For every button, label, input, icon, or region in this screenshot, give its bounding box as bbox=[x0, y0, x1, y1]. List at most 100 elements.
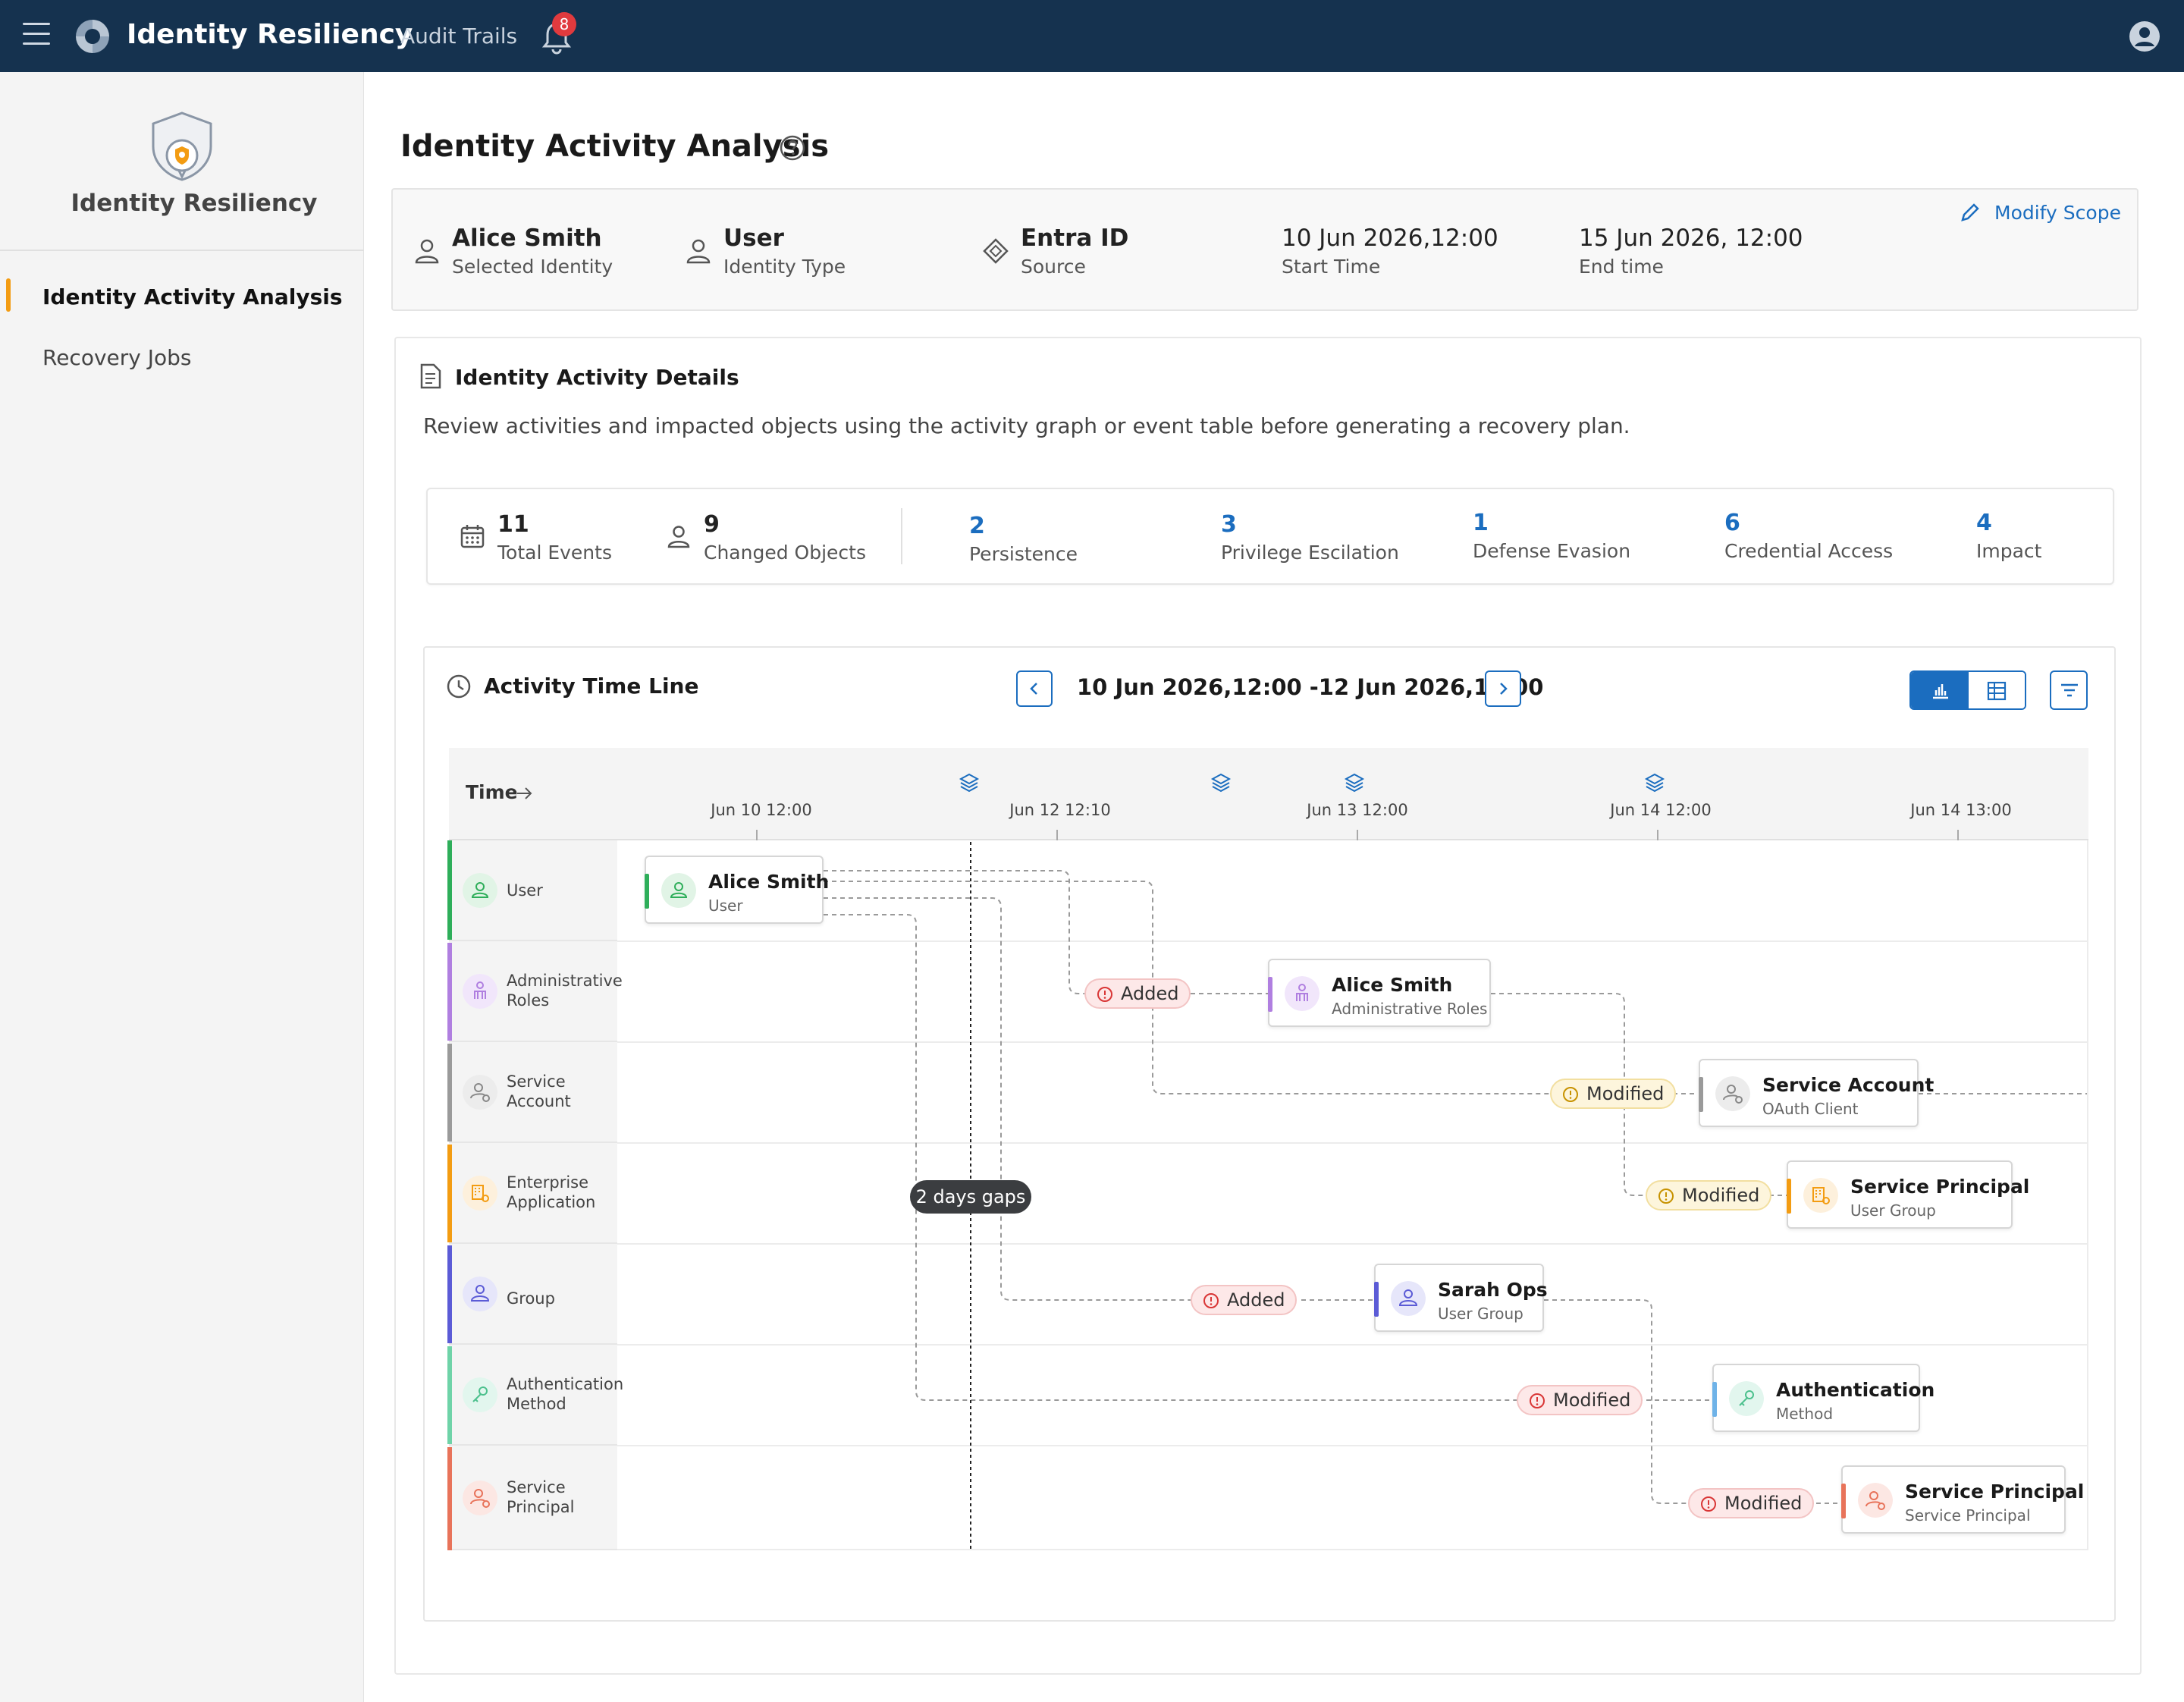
audit-trails-link[interactable]: Audit Trails bbox=[400, 24, 517, 49]
table-view-icon bbox=[1987, 681, 2007, 701]
node-accent bbox=[1268, 977, 1272, 1012]
service-account-icon bbox=[1715, 1076, 1750, 1111]
alert-circle-icon bbox=[1530, 1393, 1545, 1408]
node-alice-smith-admin-roles[interactable]: Alice Smith Administrative Roles bbox=[1268, 959, 1491, 1027]
node-service-principal-user-group[interactable]: Service Principal User Group bbox=[1787, 1160, 2029, 1229]
credential-access-count[interactable]: 6 bbox=[1724, 510, 1740, 536]
alert-circle-icon bbox=[1701, 1496, 1716, 1512]
modified-badge[interactable]: Modified bbox=[1646, 1180, 1772, 1211]
defense-evasion-count[interactable]: 1 bbox=[1473, 510, 1489, 536]
changed-objects-label: Changed Objects bbox=[704, 542, 866, 564]
chevron-right-icon bbox=[1500, 683, 1508, 695]
tick-mark bbox=[756, 830, 758, 840]
row-divider bbox=[617, 1041, 2088, 1043]
row-name: Service Account bbox=[507, 1072, 571, 1110]
person-icon bbox=[686, 239, 711, 264]
next-range-button[interactable] bbox=[1485, 670, 1521, 707]
admin-role-icon bbox=[1285, 976, 1320, 1011]
graph-view-button[interactable] bbox=[1911, 672, 1967, 708]
row-color-bar bbox=[447, 840, 452, 940]
tick-mark bbox=[1056, 830, 1058, 840]
node-alice-smith-user[interactable]: Alice Smith User bbox=[645, 856, 829, 924]
alert-circle-icon bbox=[1097, 987, 1112, 1002]
hamburger-menu-icon[interactable] bbox=[23, 23, 50, 47]
alert-circle-icon bbox=[1563, 1087, 1578, 1102]
table-view-button[interactable] bbox=[1967, 672, 2025, 708]
sidebar-item-identity-activity-analysis[interactable]: Identity Activity Analysis bbox=[42, 284, 343, 309]
enterprise-app-icon bbox=[463, 1176, 497, 1211]
row-divider bbox=[617, 940, 2088, 942]
row-name: User bbox=[507, 881, 543, 900]
modified-badge[interactable]: Modified bbox=[1517, 1385, 1643, 1415]
pencil-icon[interactable] bbox=[1960, 202, 1981, 223]
row-divider bbox=[617, 1344, 2088, 1346]
key-icon bbox=[1729, 1381, 1764, 1416]
grid-right-border bbox=[2087, 840, 2088, 1550]
row-divider bbox=[617, 1549, 2088, 1550]
layers-icon[interactable] bbox=[1644, 772, 1665, 793]
user-icon bbox=[463, 873, 497, 908]
modified-badge[interactable]: Modified bbox=[1688, 1488, 1815, 1518]
privilege-escalation-count[interactable]: 3 bbox=[1221, 511, 1237, 538]
node-sarah-ops[interactable]: Sarah Ops User Group bbox=[1374, 1264, 1548, 1332]
filter-button[interactable] bbox=[2050, 670, 2088, 710]
details-description: Review activities and impacted objects u… bbox=[423, 413, 1630, 438]
node-service-account[interactable]: Service Account OAuth Client bbox=[1699, 1059, 1934, 1127]
changed-objects-count: 9 bbox=[704, 511, 720, 538]
layers-icon[interactable] bbox=[1210, 772, 1232, 793]
timeline-title: Activity Time Line bbox=[484, 674, 699, 699]
added-badge[interactable]: Added bbox=[1084, 978, 1191, 1009]
end-time-value: 15 Jun 2026, 12:00 bbox=[1579, 225, 1803, 252]
node-subtitle: User Group bbox=[1438, 1305, 1523, 1323]
node-subtitle: Administrative Roles bbox=[1332, 1000, 1488, 1018]
sidebar-item-recovery-jobs[interactable]: Recovery Jobs bbox=[42, 345, 191, 370]
node-service-principal[interactable]: Service Principal Service Principal bbox=[1841, 1465, 2084, 1534]
app-title: Identity Resiliency bbox=[127, 19, 413, 50]
layers-icon[interactable] bbox=[1344, 772, 1365, 793]
node-title: Service Account bbox=[1762, 1074, 1935, 1096]
help-icon[interactable] bbox=[779, 134, 806, 162]
active-indicator bbox=[6, 278, 11, 312]
row-divider bbox=[617, 1243, 2088, 1245]
node-authentication-method[interactable]: Authentication Method bbox=[1712, 1364, 1935, 1432]
added-badge[interactable]: Added bbox=[1191, 1285, 1298, 1315]
persistence-label: Persistence bbox=[969, 543, 1078, 565]
node-subtitle: User Group bbox=[1850, 1201, 1936, 1220]
start-time-value: 10 Jun 2026,12:00 bbox=[1282, 225, 1498, 252]
node-title: Sarah Ops bbox=[1438, 1279, 1548, 1301]
arrow-right-icon bbox=[517, 787, 532, 799]
start-time-label: Start Time bbox=[1282, 256, 1381, 278]
privilege-escalation-label: Privilege Escilation bbox=[1221, 542, 1399, 564]
layers-icon[interactable] bbox=[959, 772, 980, 793]
sidebar: Identity Resiliency Identity Activity An… bbox=[0, 72, 364, 1702]
defense-evasion-label: Defense Evasion bbox=[1473, 540, 1631, 562]
modified-badge[interactable]: Modified bbox=[1550, 1079, 1677, 1109]
service-principal-icon bbox=[1858, 1483, 1893, 1518]
previous-range-button[interactable] bbox=[1016, 670, 1053, 707]
credential-access-label: Credential Access bbox=[1724, 540, 1894, 562]
details-title: Identity Activity Details bbox=[455, 365, 739, 390]
node-accent bbox=[1374, 1282, 1379, 1317]
source-value: Entra ID bbox=[1021, 225, 1129, 252]
node-subtitle: Service Principal bbox=[1905, 1506, 2031, 1525]
total-events-label: Total Events bbox=[497, 542, 612, 564]
chevron-left-icon bbox=[1030, 683, 1037, 695]
sidebar-title: Identity Resiliency bbox=[71, 190, 318, 217]
node-title: Authentication bbox=[1776, 1379, 1935, 1401]
impact-count[interactable]: 4 bbox=[1976, 510, 1992, 536]
tick-label: Jun 10 12:00 bbox=[711, 801, 812, 819]
user-avatar-icon[interactable] bbox=[2129, 20, 2160, 52]
row-color-bar bbox=[447, 943, 452, 1041]
node-accent bbox=[1841, 1484, 1846, 1518]
row-divider bbox=[617, 1445, 2088, 1446]
node-subtitle: Method bbox=[1776, 1405, 1834, 1423]
end-time-label: End time bbox=[1579, 256, 1664, 278]
date-range-label: 10 Jun 2026,12:00 -12 Jun 2026,12:00 bbox=[1077, 674, 1544, 700]
modify-scope-link[interactable]: Modify Scope bbox=[1994, 202, 2121, 224]
identity-type-label: Identity Type bbox=[723, 256, 846, 278]
scope-card bbox=[391, 188, 2138, 311]
row-color-bar bbox=[447, 1447, 452, 1550]
persistence-count[interactable]: 2 bbox=[969, 513, 985, 539]
tick-mark bbox=[1957, 830, 1959, 840]
shield-logo-icon bbox=[152, 111, 212, 181]
